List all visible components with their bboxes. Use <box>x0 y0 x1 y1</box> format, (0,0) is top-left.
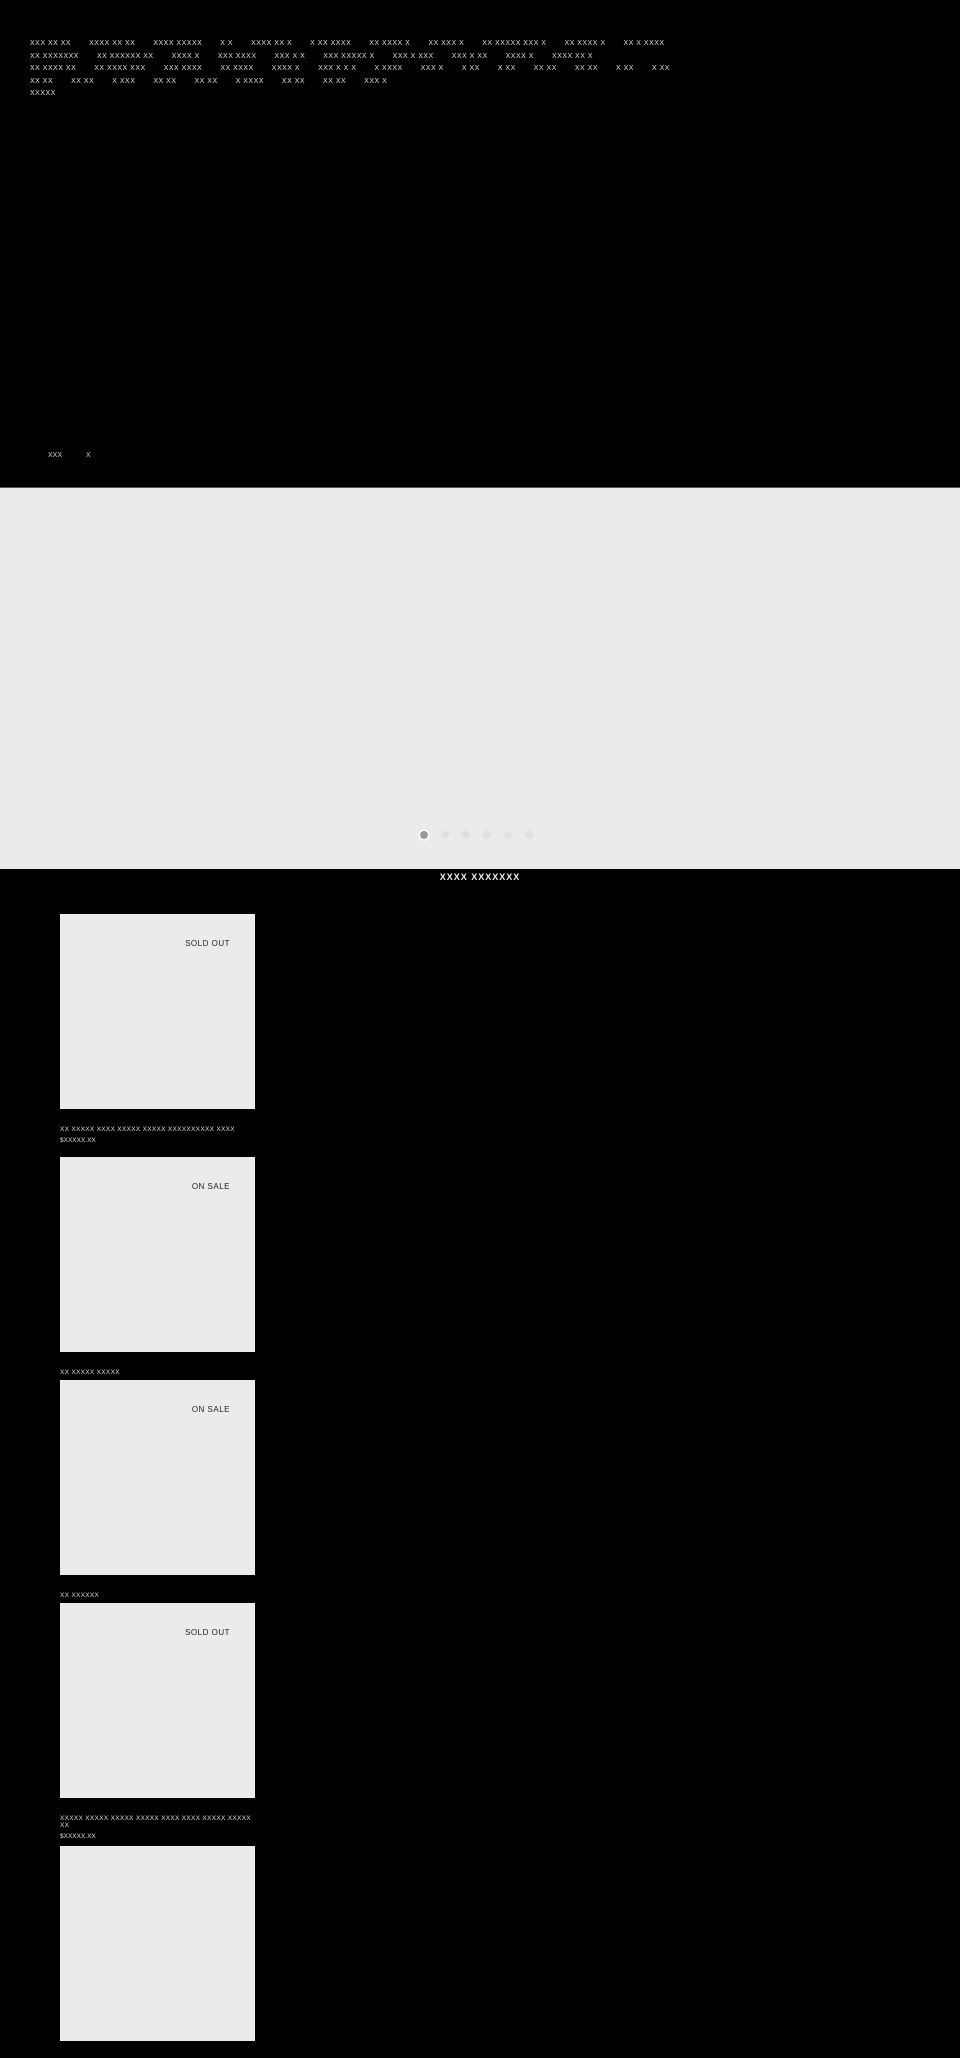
product-badge: SOLD OUT <box>185 939 230 948</box>
product-price: $XXXXX.XX <box>60 1833 96 1840</box>
menu-item[interactable]: XX XX <box>153 78 176 85</box>
product-image[interactable]: SOLD OUT <box>60 914 255 1109</box>
menu-item[interactable]: XXXX XX XX <box>89 40 135 47</box>
menu-item[interactable]: XX XX <box>282 78 305 85</box>
menu-item[interactable]: XXXX X <box>272 65 300 72</box>
menu-item[interactable]: XXXXX <box>30 90 56 97</box>
menu-item[interactable]: XX XXX X <box>428 40 464 47</box>
menu-item[interactable]: XX XXXXXX XX <box>97 53 154 60</box>
menu-item[interactable]: X XX XXXX <box>310 40 351 47</box>
carousel-dot[interactable] <box>525 831 533 839</box>
carousel-dot[interactable] <box>441 831 449 839</box>
menu-item[interactable]: XX XX <box>195 78 218 85</box>
menu-item[interactable]: XXX X <box>364 78 387 85</box>
product-image[interactable]: ON SALE <box>60 1380 255 1575</box>
product-card[interactable]: SOLD OUT XXXXX XXXXX XXXXX XXXXX XXXX XX… <box>60 1603 255 1840</box>
menu-item[interactable]: XXX X XXX <box>393 53 434 60</box>
menu-item[interactable]: X XX <box>498 65 516 72</box>
menu-item[interactable]: XXX XXXX <box>218 53 257 60</box>
menu-item[interactable]: XXX X X X <box>318 65 356 72</box>
menu-item[interactable]: XXXX X <box>506 53 534 60</box>
product-title[interactable]: XXXXX XXXXX XXXXX XXXXX XXXX XXXX XXXXX … <box>60 1815 255 1829</box>
menu-item[interactable]: XXXX X <box>172 53 200 60</box>
menu-item[interactable]: XXX XXXX <box>164 65 203 72</box>
carousel-dots <box>420 831 533 839</box>
menu-item[interactable]: XX XX <box>30 78 53 85</box>
menu-item[interactable]: XX XXXX <box>220 65 253 72</box>
product-image[interactable] <box>60 1846 255 2041</box>
carousel-dot[interactable] <box>504 831 512 839</box>
menu-item[interactable]: X XXXX <box>374 65 402 72</box>
product-card[interactable]: SOLD OUT XX XXXXX XXXX XXXXX XXXXX XXXXX… <box>60 914 255 1144</box>
product-image[interactable]: ON SALE <box>60 1157 255 1352</box>
hero-carousel[interactable] <box>0 487 960 869</box>
product-badge: ON SALE <box>191 1405 230 1414</box>
menu-item[interactable]: XXX X XX <box>452 53 488 60</box>
product-card[interactable] <box>60 1846 255 2058</box>
menu-item[interactable]: XXX X X <box>275 53 306 60</box>
menu-item[interactable]: XXXX XXXXX <box>153 40 202 47</box>
menu-item[interactable]: XX XXXX XXX <box>94 65 145 72</box>
menu-item[interactable]: XXX X <box>421 65 444 72</box>
menu-item[interactable]: XX X XXXX <box>624 40 665 47</box>
product-image[interactable]: SOLD OUT <box>60 1603 255 1798</box>
menu-item[interactable]: X XX <box>652 65 670 72</box>
product-title[interactable]: XX XXXXXX <box>60 1592 255 1599</box>
menu-item[interactable]: XX XXXXX XXX X <box>482 40 546 47</box>
menu-item[interactable]: XX XX <box>534 65 557 72</box>
menu-item[interactable]: X X <box>220 40 233 47</box>
menu-item[interactable]: XXXX XX X <box>552 53 593 60</box>
menu-item[interactable]: XX XX <box>71 78 94 85</box>
menu-item[interactable]: X XX <box>616 65 634 72</box>
navigation-menu: XXX XX XX XXXX XX XX XXXX XXXXX X X XXXX XX … <box>30 38 730 101</box>
carousel-dot[interactable] <box>483 831 491 839</box>
menu-item[interactable]: XXXX XX X <box>251 40 292 47</box>
carousel-dot[interactable] <box>462 831 470 839</box>
close-icon[interactable]: X <box>86 452 91 459</box>
product-price: $XXXXX.XX <box>60 1137 96 1144</box>
menu-item[interactable]: XX XX <box>323 78 346 85</box>
menu-item[interactable]: XX XX <box>575 65 598 72</box>
menu-item[interactable]: XX XXXXXXX <box>30 53 79 60</box>
menu-item[interactable]: X XXX <box>112 78 135 85</box>
product-card[interactable]: ON SALE XX XXXXXX <box>60 1380 255 1603</box>
product-title[interactable]: XX XXXXX XXXX XXXXX XXXXX XXXXXXXXXX XXX… <box>60 1126 255 1133</box>
menu-item[interactable]: XXX XX XX <box>30 40 71 47</box>
menu-item[interactable]: XXX XXXXX X <box>323 53 374 60</box>
carousel-dot[interactable] <box>420 831 428 839</box>
product-card[interactable]: ON SALE XX XXXXX XXXXX <box>60 1157 255 1380</box>
menu-item[interactable]: X XX <box>462 65 480 72</box>
product-title[interactable]: XX XXXXX XXXXX <box>60 1369 255 1376</box>
menu-item[interactable]: XX XXXX XX <box>30 65 76 72</box>
language-selector[interactable]: XXX X <box>48 452 91 459</box>
menu-item[interactable]: XX XXXX X <box>369 40 410 47</box>
language-label[interactable]: XXX <box>48 452 62 459</box>
product-badge: ON SALE <box>191 1182 230 1191</box>
section-title: XXXX XXXXXXX <box>439 872 521 882</box>
menu-item[interactable]: XX XXXX X <box>564 40 605 47</box>
product-badge: SOLD OUT <box>185 1628 230 1637</box>
menu-item[interactable]: X XXXX <box>236 78 264 85</box>
